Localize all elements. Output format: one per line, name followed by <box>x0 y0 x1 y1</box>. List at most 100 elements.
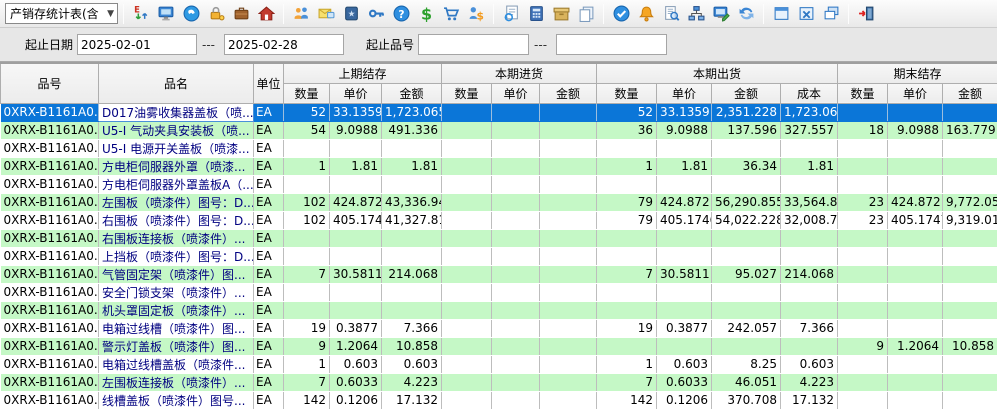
purchase-cell-0[interactable] <box>442 283 492 301</box>
purchase-cell-0[interactable] <box>442 121 492 139</box>
end-balance-cell-0[interactable] <box>838 391 888 409</box>
unit-cell[interactable]: EA <box>254 193 284 211</box>
shipment-cell-2[interactable] <box>712 139 781 157</box>
shipment-cell-3[interactable] <box>781 337 838 355</box>
item-name-cell[interactable]: 上挡板（喷漆件）图号：D... <box>99 247 254 265</box>
prev-balance-cell-1[interactable]: 1.81 <box>330 157 382 175</box>
table-row[interactable]: 0XRX-B1161A0...机头罩固定板（喷漆件）...EA <box>1 301 997 319</box>
prev-balance-cell-1[interactable]: 0.6033 <box>330 373 382 391</box>
table-row[interactable]: 0XRX-B1161A0...D017油雾收集器盖板（喷...EA5233.13… <box>1 103 997 121</box>
col-header-unit[interactable]: 单位 <box>254 63 284 103</box>
purchase-cell-0[interactable] <box>442 337 492 355</box>
archive-box-icon[interactable] <box>552 5 570 23</box>
user-money-icon[interactable]: $ <box>467 5 485 23</box>
unit-cell[interactable]: EA <box>254 355 284 373</box>
shipment-cell-3[interactable]: 0.603 <box>781 355 838 373</box>
purchase-cell-0[interactable] <box>442 319 492 337</box>
item-name-cell[interactable]: 电箱过线槽盖板（喷漆件... <box>99 355 254 373</box>
item-name-cell[interactable]: 气管固定架（喷漆件）图... <box>99 265 254 283</box>
prev-balance-cell-2[interactable]: 10.858 <box>382 337 442 355</box>
end-balance-cell-1[interactable]: 9.0988 <box>888 121 943 139</box>
item-no-cell[interactable]: 0XRX-B1161A0... <box>1 193 99 211</box>
item-no-cell[interactable]: 0XRX-B1161A0... <box>1 139 99 157</box>
copy-icon[interactable] <box>577 5 595 23</box>
prev-balance-cell-1[interactable]: 1.2064 <box>330 337 382 355</box>
shipment-cell-3[interactable]: 327.557 <box>781 121 838 139</box>
purchase-cell-2[interactable] <box>540 139 597 157</box>
table-row[interactable]: 0XRX-B1161A0...方电柜伺服器外罩（喷漆...EA11.811.81… <box>1 157 997 175</box>
unit-cell[interactable]: EA <box>254 229 284 247</box>
prev-balance-cell-0[interactable]: 7 <box>284 265 330 283</box>
table-row[interactable]: 0XRX-B1161A0...安全门锁支架（喷漆件）...EA <box>1 283 997 301</box>
end-balance-cell-0[interactable] <box>838 247 888 265</box>
check-icon[interactable] <box>612 5 630 23</box>
prev-balance-cell-1[interactable] <box>330 247 382 265</box>
shipment-cell-1[interactable] <box>657 139 712 157</box>
prev-balance-cell-2[interactable] <box>382 175 442 193</box>
prev-balance-cell-0[interactable]: 7 <box>284 373 330 391</box>
shipment-cell-2[interactable] <box>712 283 781 301</box>
shipment-cell-0[interactable] <box>597 247 657 265</box>
purchase-cell-1[interactable] <box>492 211 540 229</box>
end-balance-cell-0[interactable] <box>838 139 888 157</box>
end-balance-cell-1[interactable]: 1.2064 <box>888 337 943 355</box>
prev-balance-cell-0[interactable] <box>284 229 330 247</box>
item-name-cell[interactable]: 右围板连接板（喷漆件）... <box>99 229 254 247</box>
item-name-cell[interactable]: 安全门锁支架（喷漆件）... <box>99 283 254 301</box>
unit-cell[interactable]: EA <box>254 211 284 229</box>
end-balance-cell-0[interactable]: 18 <box>838 121 888 139</box>
shipment-cell-1[interactable]: 9.0988 <box>657 121 712 139</box>
purchase-cell-1[interactable] <box>492 301 540 319</box>
end-balance-cell-0[interactable]: 9 <box>838 337 888 355</box>
exit-icon[interactable] <box>857 5 875 23</box>
table-row[interactable]: 0XRX-B1161A0...左围板连接板（喷漆件）...EA70.60334.… <box>1 373 997 391</box>
item-name-cell[interactable]: 线槽盖板（喷漆件）图号... <box>99 391 254 409</box>
purchase-cell-2[interactable] <box>540 175 597 193</box>
sitemap-icon[interactable] <box>687 5 705 23</box>
purchase-cell-1[interactable] <box>492 139 540 157</box>
shipment-cell-1[interactable] <box>657 175 712 193</box>
purchase-cell-2[interactable] <box>540 103 597 121</box>
col-header-1-0[interactable]: 数量 <box>442 83 492 103</box>
unit-cell[interactable]: EA <box>254 103 284 121</box>
end-balance-cell-1[interactable] <box>888 139 943 157</box>
prev-balance-cell-1[interactable]: 424.872 <box>330 193 382 211</box>
end-balance-cell-2[interactable]: 9,319.017 <box>943 211 997 229</box>
end-balance-cell-2[interactable] <box>943 157 997 175</box>
end-balance-cell-2[interactable] <box>943 229 997 247</box>
shipment-cell-3[interactable]: 7.366 <box>781 319 838 337</box>
prev-balance-cell-0[interactable]: 54 <box>284 121 330 139</box>
shipment-cell-0[interactable]: 79 <box>597 193 657 211</box>
table-row[interactable]: 0XRX-B1161A0...U5-I 气动夹具安装板（喷...EA549.09… <box>1 121 997 139</box>
item-no-cell[interactable]: 0XRX-B1161A0... <box>1 373 99 391</box>
monitor-edit-icon[interactable] <box>712 5 730 23</box>
phone-icon[interactable] <box>182 5 200 23</box>
item-name-cell[interactable]: 方电柜伺服器外罩（喷漆... <box>99 157 254 175</box>
lock-key-icon[interactable] <box>207 5 225 23</box>
purchase-cell-1[interactable] <box>492 157 540 175</box>
end-balance-cell-2[interactable]: 163.779 <box>943 121 997 139</box>
shipment-cell-2[interactable]: 370.708 <box>712 391 781 409</box>
item-no-cell[interactable]: 0XRX-B1161A0... <box>1 283 99 301</box>
shipment-cell-1[interactable]: 30.5811 <box>657 265 712 283</box>
unit-cell[interactable]: EA <box>254 337 284 355</box>
users-icon[interactable] <box>292 5 310 23</box>
prev-balance-cell-2[interactable]: 214.068 <box>382 265 442 283</box>
shipment-cell-0[interactable]: 79 <box>597 211 657 229</box>
shipment-cell-0[interactable]: 19 <box>597 319 657 337</box>
shipment-cell-3[interactable] <box>781 175 838 193</box>
end-balance-cell-0[interactable] <box>838 301 888 319</box>
shipment-cell-3[interactable]: 4.223 <box>781 373 838 391</box>
shipment-cell-0[interactable]: 1 <box>597 157 657 175</box>
unit-cell[interactable]: EA <box>254 139 284 157</box>
shipment-cell-3[interactable] <box>781 283 838 301</box>
purchase-cell-0[interactable] <box>442 265 492 283</box>
date-from-input[interactable] <box>77 34 197 55</box>
end-balance-cell-0[interactable] <box>838 103 888 121</box>
end-balance-cell-0[interactable] <box>838 265 888 283</box>
purchase-cell-2[interactable] <box>540 301 597 319</box>
shipment-cell-1[interactable] <box>657 283 712 301</box>
purchase-cell-0[interactable] <box>442 211 492 229</box>
end-balance-cell-0[interactable] <box>838 355 888 373</box>
end-balance-cell-0[interactable] <box>838 229 888 247</box>
